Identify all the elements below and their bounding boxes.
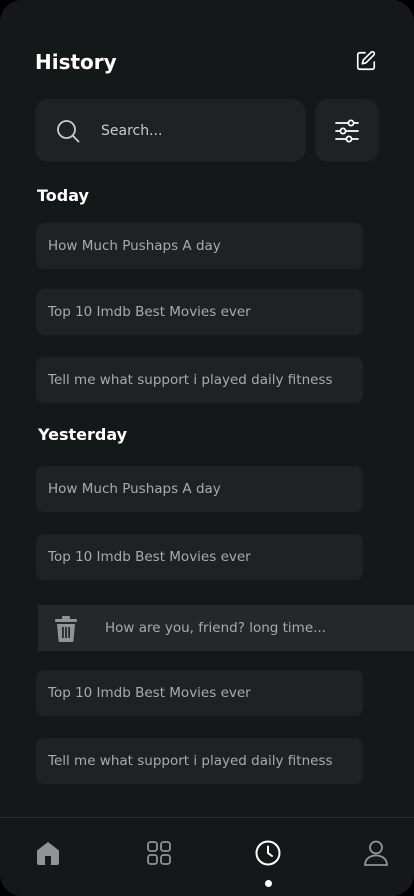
search-icon xyxy=(57,120,80,143)
nav-history[interactable] xyxy=(253,838,283,868)
clock-icon xyxy=(255,840,281,866)
history-item-label: How are you, friend? long time... xyxy=(105,620,326,636)
history-item[interactable]: How Much Pushaps A day xyxy=(36,466,363,512)
grid-icon xyxy=(147,841,171,865)
history-item[interactable]: Top 10 Imdb Best Movies ever xyxy=(36,670,363,716)
nav-home[interactable] xyxy=(33,838,63,868)
history-item-swiped[interactable]: How are you, friend? long time... xyxy=(38,605,414,651)
section-label-yesterday: Yesterday xyxy=(38,425,128,444)
edit-icon xyxy=(356,50,376,71)
trash-icon[interactable] xyxy=(54,616,78,642)
bottom-nav xyxy=(0,817,414,896)
user-icon xyxy=(364,840,388,866)
filter-button[interactable] xyxy=(315,99,379,162)
sliders-icon xyxy=(335,119,359,142)
history-screen: History Today How Much Pushaps A day Top… xyxy=(0,0,414,896)
search-input[interactable] xyxy=(99,117,293,145)
search-box[interactable] xyxy=(35,99,306,162)
new-chat-button[interactable] xyxy=(355,50,377,72)
history-item[interactable]: How Much Pushaps A day xyxy=(36,223,363,269)
history-item[interactable]: Tell me what support i played daily fitn… xyxy=(36,738,363,784)
home-icon xyxy=(37,842,59,865)
history-item[interactable]: Top 10 Imdb Best Movies ever xyxy=(36,534,363,580)
active-indicator xyxy=(265,880,272,887)
nav-profile[interactable] xyxy=(361,838,391,868)
history-item[interactable]: Tell me what support i played daily fitn… xyxy=(36,357,363,403)
section-label-today: Today xyxy=(37,186,89,205)
history-item[interactable]: Top 10 Imdb Best Movies ever xyxy=(36,289,363,335)
page-title: History xyxy=(35,50,117,74)
nav-apps[interactable] xyxy=(144,838,174,868)
